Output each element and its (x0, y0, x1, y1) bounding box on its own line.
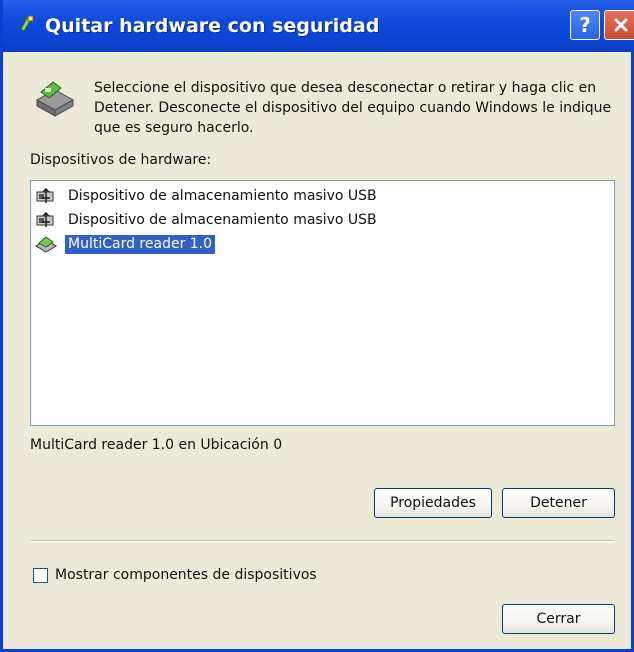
show-components-label[interactable]: Mostrar componentes de dispositivos (55, 567, 317, 583)
divider (30, 540, 615, 542)
usb-icon (36, 212, 54, 227)
list-item[interactable]: Dispositivo de almacenamiento masivo USB (35, 209, 380, 231)
hardware-device-list[interactable]: Dispositivo de almacenamiento masivo USB… (30, 180, 615, 426)
device-name: Dispositivo de almacenamiento masivo USB (68, 211, 377, 228)
close-window-button[interactable] (604, 10, 634, 40)
hardware-device-icon (35, 81, 75, 117)
devices-label: Dispositivos de hardware: (30, 152, 212, 168)
list-item-selected[interactable]: MultiCard reader 1.0 (35, 233, 216, 255)
window-title: Quitar hardware con seguridad (45, 15, 380, 37)
dialog-window: Quitar hardware con seguridad ? Seleccio… (0, 0, 634, 652)
close-button[interactable]: Cerrar (502, 604, 615, 634)
usb-icon (36, 188, 54, 203)
title-bar[interactable]: Quitar hardware con seguridad ? (3, 0, 634, 52)
selected-device-status: MultiCard reader 1.0 en Ubicación 0 (30, 437, 283, 453)
help-icon: ? (579, 13, 591, 37)
card-reader-icon (35, 236, 57, 253)
device-name: MultiCard reader 1.0 (65, 234, 216, 254)
close-icon (614, 18, 627, 32)
instructions-text: Seleccione el dispositivo que desea desc… (94, 80, 612, 136)
show-components-checkbox[interactable] (33, 568, 48, 583)
device-name: Dispositivo de almacenamiento masivo USB (68, 187, 377, 204)
remove-hardware-icon (20, 15, 34, 32)
help-button[interactable]: ? (570, 10, 600, 40)
stop-button[interactable]: Detener (502, 488, 615, 518)
properties-button[interactable]: Propiedades (374, 488, 492, 518)
list-item[interactable]: Dispositivo de almacenamiento masivo USB (35, 185, 380, 207)
